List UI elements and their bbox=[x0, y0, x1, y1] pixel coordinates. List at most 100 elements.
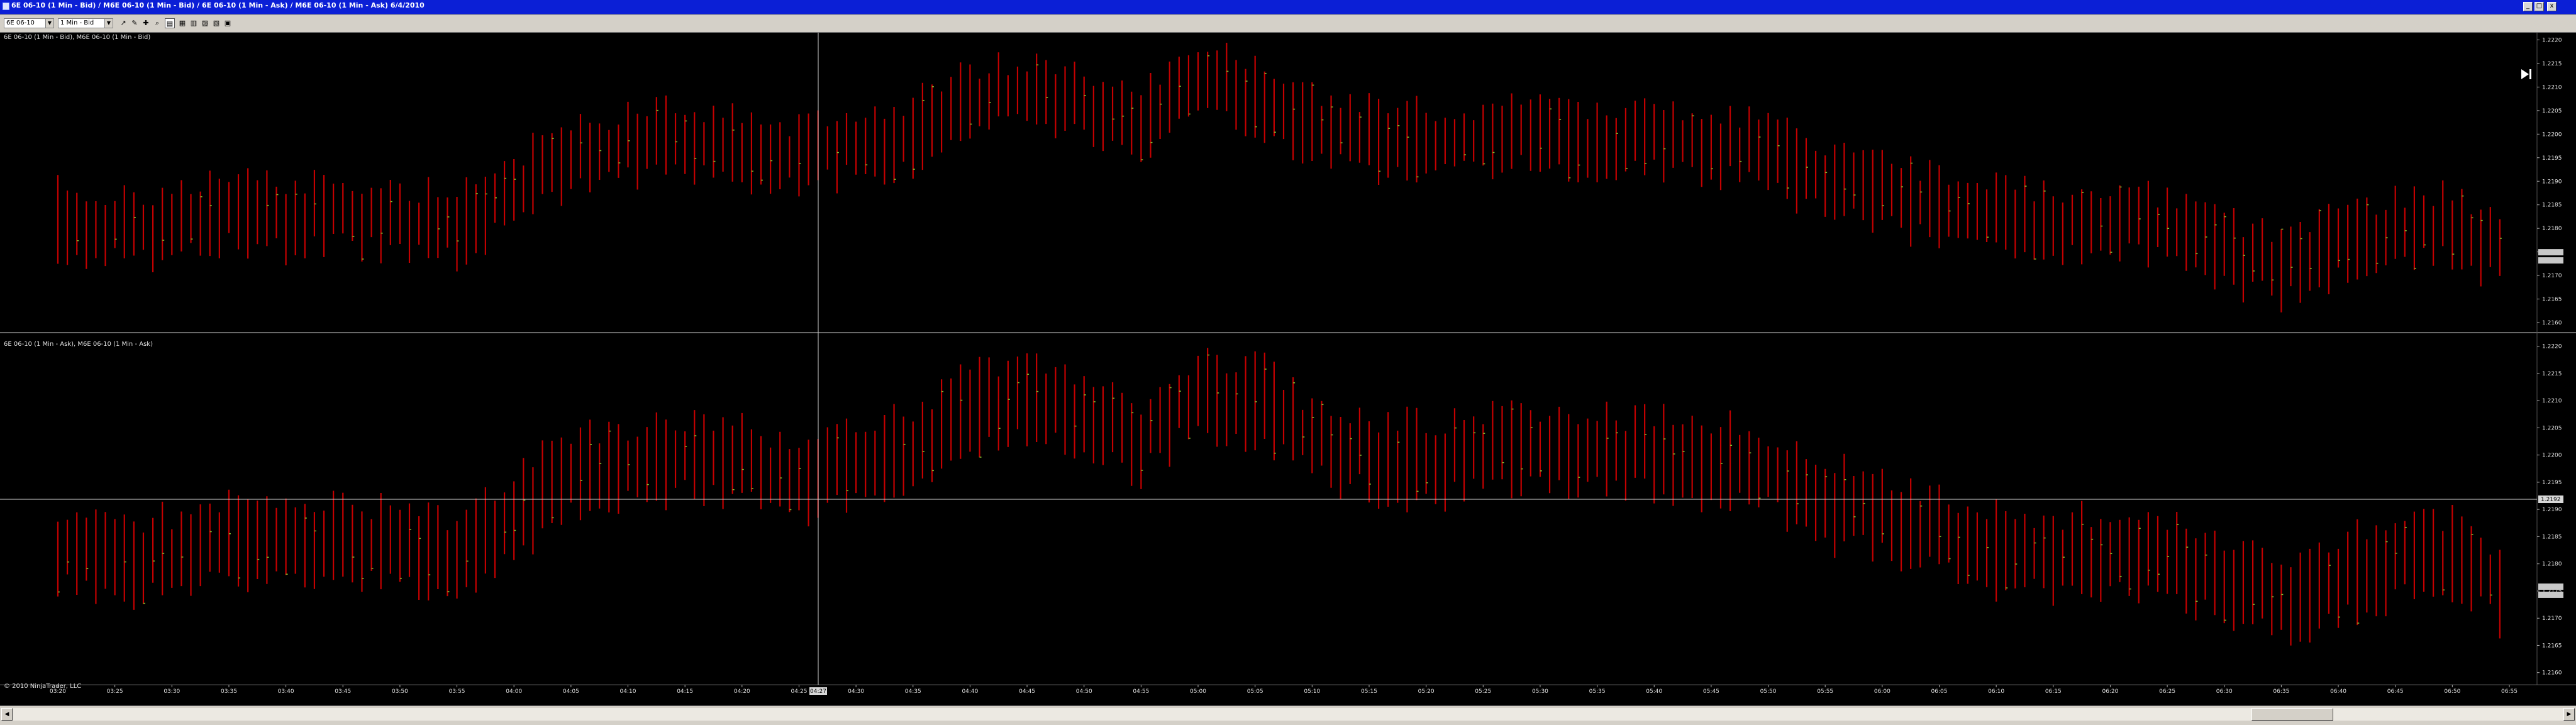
instrument-selector-value: 6E 06-10 bbox=[6, 19, 35, 26]
instrument-selector[interactable]: 6E 06-10 ▼ bbox=[4, 18, 54, 28]
time-tick-label: 04:15 bbox=[677, 689, 693, 695]
time-tick-label: 05:55 bbox=[1817, 689, 1833, 695]
time-tick-label: 06:50 bbox=[2444, 689, 2460, 695]
time-tick-label: 04:30 bbox=[848, 689, 864, 695]
price-chart[interactable]: 1.2220 1.2215 1.2210 1.2205 1.2200 1.2195 1.21… bbox=[0, 33, 2576, 706]
pencil-icon[interactable]: ✎ bbox=[130, 18, 140, 28]
time-tick-label: 06:05 bbox=[1931, 689, 1948, 695]
scroll-thumb[interactable] bbox=[2251, 708, 2333, 721]
time-tick-label: 04:55 bbox=[1133, 689, 1149, 695]
time-tick-label: 06:40 bbox=[2330, 689, 2346, 695]
time-tick-label: 04:35 bbox=[905, 689, 921, 695]
time-tick-label: 05:10 bbox=[1304, 689, 1320, 695]
time-tick-label: 05:25 bbox=[1475, 689, 1491, 695]
top-panel-label: 6E 06-10 (1 Min - Bid), M6E 06-10 (1 Min… bbox=[4, 34, 151, 41]
time-tick-label: 03:50 bbox=[392, 689, 408, 695]
close-button[interactable]: x bbox=[2547, 2, 2557, 11]
price-tick-label: 1.2190 bbox=[2542, 507, 2562, 513]
crosshair-price-label: 1.2192 bbox=[2541, 497, 2561, 503]
time-tick-label: 05:20 bbox=[1418, 689, 1435, 695]
bottom-panel-label: 6E 06-10 (1 Min - Ask), M6E 06-10 (1 Min… bbox=[4, 341, 153, 348]
scroll-track[interactable] bbox=[13, 708, 2563, 721]
price-tick-label: 1.2210 bbox=[2542, 84, 2562, 91]
properties-icon[interactable]: ▦ bbox=[177, 18, 187, 28]
price-tick-label: 1.2220 bbox=[2542, 37, 2562, 43]
time-tick-label: 06:20 bbox=[2102, 689, 2118, 695]
price-tick-label: 1.2220 bbox=[2542, 344, 2562, 350]
time-tick-label: 03:35 bbox=[221, 689, 237, 695]
time-tick-label: 06:30 bbox=[2216, 689, 2233, 695]
chevron-down-icon: ▼ bbox=[104, 19, 113, 28]
price-tick-label: 1.2180 bbox=[2542, 226, 2562, 232]
time-tick-label: 05:05 bbox=[1247, 689, 1263, 695]
time-tick-label: 03:40 bbox=[278, 689, 294, 695]
time-tick-label: 04:20 bbox=[734, 689, 750, 695]
interval-selector-value: 1 Min - Bid bbox=[60, 19, 94, 26]
time-tick-label: 04:05 bbox=[563, 689, 579, 695]
price-tick-label: 1.2185 bbox=[2542, 202, 2562, 209]
price-tick-label: 1.2170 bbox=[2542, 616, 2562, 622]
bar-type-icon[interactable]: ▧ bbox=[211, 18, 221, 28]
time-tick-label: 05:00 bbox=[1190, 689, 1206, 695]
time-tick-label: 04:00 bbox=[506, 689, 522, 695]
time-tick-label: 06:10 bbox=[1988, 689, 2004, 695]
interval-selector[interactable]: 1 Min - Bid ▼ bbox=[58, 18, 113, 28]
time-tick-label: 05:40 bbox=[1646, 689, 1662, 695]
last-price-tag bbox=[2538, 257, 2563, 264]
horizontal-scrollbar[interactable]: ◀ ▶ bbox=[0, 706, 2576, 725]
time-tick-label: 06:55 bbox=[2501, 689, 2518, 695]
chart-area[interactable]: 1.2220 1.2215 1.2210 1.2205 1.2200 1.2195 1.21… bbox=[0, 33, 2576, 706]
last-price-tag bbox=[2538, 583, 2563, 590]
price-tick-label: 1.2195 bbox=[2542, 480, 2562, 486]
price-tick-label: 1.2205 bbox=[2542, 108, 2562, 114]
draw-tool-icon[interactable]: ↗ bbox=[118, 18, 128, 28]
time-tick-label: 03:25 bbox=[107, 689, 123, 695]
window-title-bar[interactable]: 6E 06-10 (1 Min - Bid) / M6E 06-10 (1 Mi… bbox=[0, 0, 2576, 14]
scroll-left-button[interactable]: ◀ bbox=[1, 708, 13, 721]
last-price-tag bbox=[2538, 591, 2563, 598]
maximize-button[interactable]: □ bbox=[2534, 2, 2544, 11]
time-tick-label: 06:35 bbox=[2273, 689, 2289, 695]
price-tick-label: 1.2160 bbox=[2542, 670, 2562, 677]
time-tick-label: 04:45 bbox=[1019, 689, 1035, 695]
chevron-down-icon: ▼ bbox=[45, 19, 53, 28]
zoom-icon[interactable]: ⌕ bbox=[152, 18, 162, 28]
price-tick-label: 1.2205 bbox=[2542, 425, 2562, 431]
time-tick-label: 06:15 bbox=[2045, 689, 2062, 695]
last-price-tag bbox=[2538, 249, 2563, 256]
time-tick-label: 04:40 bbox=[962, 689, 978, 695]
time-tick-label: 06:00 bbox=[1874, 689, 1890, 695]
price-tick-label: 1.2195 bbox=[2542, 155, 2562, 162]
time-tick-label: 05:35 bbox=[1589, 689, 1606, 695]
price-tick-label: 1.2160 bbox=[2542, 320, 2562, 326]
crosshair-icon[interactable]: ✚ bbox=[141, 18, 151, 28]
scroll-right-button[interactable]: ▶ bbox=[2563, 708, 2575, 721]
price-tick-label: 1.2200 bbox=[2542, 131, 2562, 138]
time-tick-label: 05:50 bbox=[1760, 689, 1777, 695]
time-tick-label: 06:45 bbox=[2387, 689, 2404, 695]
price-tick-label: 1.2165 bbox=[2542, 297, 2562, 303]
price-tick-label: 1.2190 bbox=[2542, 179, 2562, 185]
crosshair-time-label: 04:27 bbox=[810, 689, 826, 695]
price-tick-label: 1.2185 bbox=[2542, 534, 2562, 540]
time-tick-label: 03:30 bbox=[164, 689, 180, 695]
copyright-text: © 2010 NinjaTrader, LLC bbox=[4, 683, 82, 690]
price-tick-label: 1.2170 bbox=[2542, 273, 2562, 279]
time-tick-label: 04:10 bbox=[620, 689, 636, 695]
price-tick-label: 1.2215 bbox=[2542, 371, 2562, 377]
strategy-icon[interactable]: ▥ bbox=[189, 18, 199, 28]
price-tick-label: 1.2215 bbox=[2542, 61, 2562, 67]
play-icon[interactable] bbox=[2519, 67, 2533, 81]
price-tick-label: 1.2165 bbox=[2542, 643, 2562, 649]
indicator-icon[interactable]: ▨ bbox=[200, 18, 210, 28]
time-tick-label: 03:45 bbox=[335, 689, 351, 695]
template-icon[interactable]: ▣ bbox=[223, 18, 233, 28]
window-title: 6E 06-10 (1 Min - Bid) / M6E 06-10 (1 Mi… bbox=[11, 1, 425, 9]
data-box-icon[interactable]: ▤ bbox=[165, 18, 175, 28]
time-tick-label: 04:50 bbox=[1076, 689, 1092, 695]
time-tick-label: 05:30 bbox=[1532, 689, 1548, 695]
chart-toolbar: 6E 06-10 ▼ 1 Min - Bid ▼ ↗ ✎ ✚ ⌕ ▤ ▦ ▥ ▨… bbox=[0, 14, 2576, 33]
minimize-button[interactable]: _ bbox=[2523, 2, 2533, 11]
time-tick-label: 05:15 bbox=[1361, 689, 1377, 695]
app-icon bbox=[3, 3, 9, 10]
